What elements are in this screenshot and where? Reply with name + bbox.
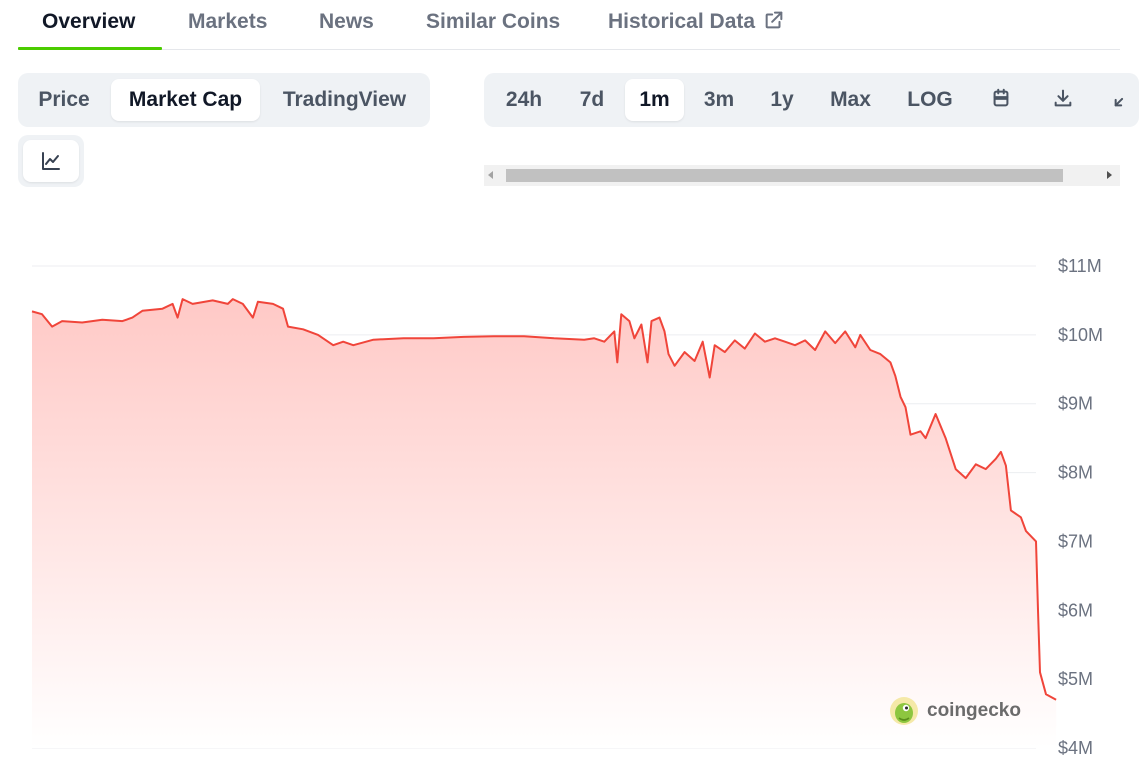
y-tick-label: $9M [1058, 394, 1093, 414]
y-tick-label: $6M [1058, 600, 1093, 620]
market-cap-chart: $11M $10M $9M $8M $7M $6M $5M $4M [31, 256, 1103, 758]
y-tick-label: $4M [1058, 738, 1093, 758]
y-tick-label: $7M [1058, 531, 1093, 551]
watermark-text: coingecko [927, 700, 1021, 721]
y-tick-label: $11M [1058, 256, 1102, 276]
y-tick-label: $5M [1058, 669, 1093, 689]
market-cap-area [32, 299, 1057, 748]
y-tick-label: $10M [1058, 325, 1103, 345]
y-tick-label: $8M [1058, 463, 1093, 483]
gecko-logo-icon [890, 697, 918, 725]
coingecko-watermark: coingecko [889, 694, 1021, 728]
